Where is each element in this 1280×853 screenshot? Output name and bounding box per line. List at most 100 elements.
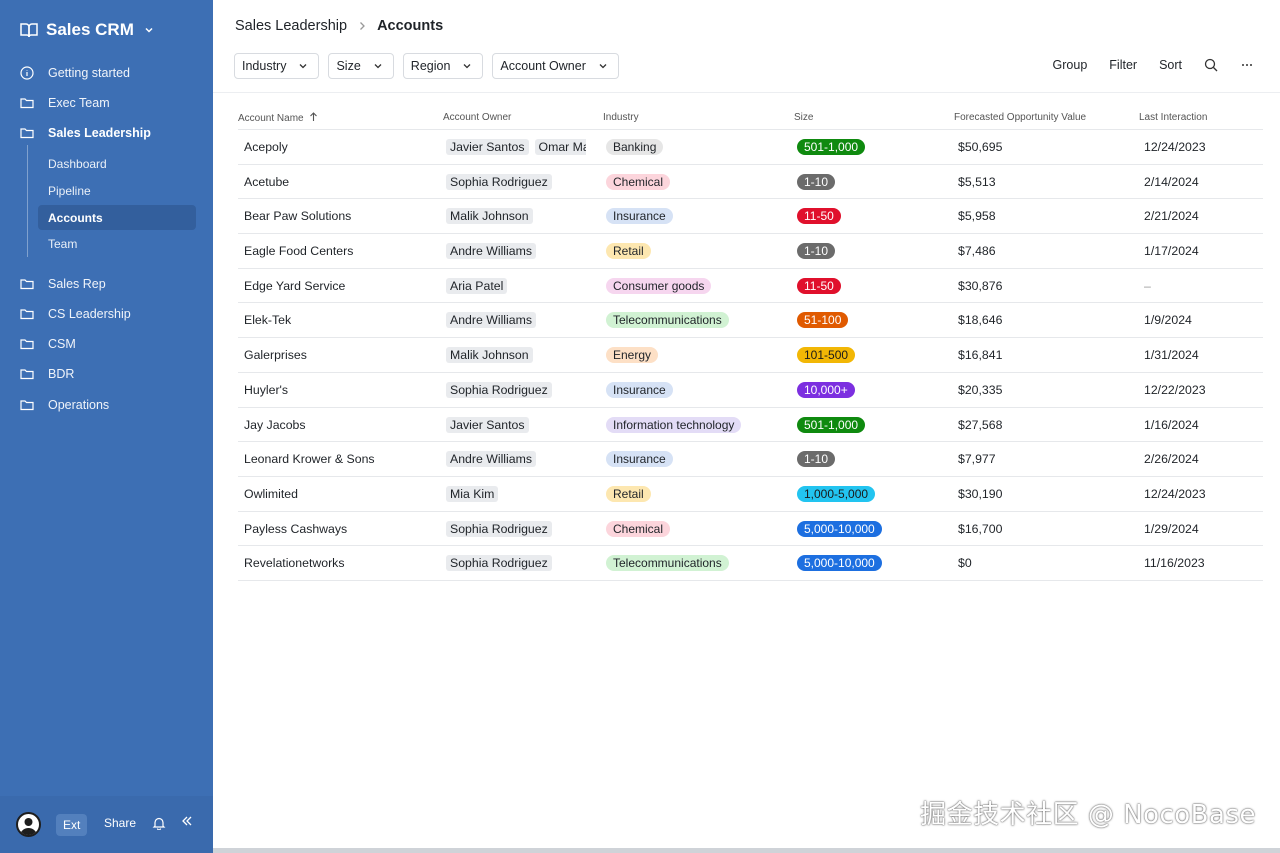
industry-tag: Retail — [606, 243, 651, 260]
filter-button[interactable]: Filter — [1109, 58, 1137, 72]
column-header-forecast-value[interactable]: Forecasted Opportunity Value — [954, 112, 1086, 123]
ext-button[interactable]: Ext — [56, 814, 88, 836]
forecast-value-cell: $7,977 — [958, 452, 996, 467]
owner-tag[interactable]: Mia Kim — [446, 485, 499, 502]
account-owner-cell: Javier Santos Omar Mar — [446, 130, 586, 164]
collapse-sidebar-icon[interactable] — [180, 814, 194, 828]
owner-tag[interactable]: Javier Santos — [446, 416, 529, 433]
table-row[interactable]: Payless Cashways Sophia Rodriguez Chemical… — [238, 512, 1263, 547]
region-filter[interactable]: Region — [402, 53, 484, 79]
industry-cell: Retail — [606, 234, 786, 268]
filter-label: Industry — [242, 59, 287, 73]
owner-tag[interactable]: Andre Williams — [446, 451, 536, 468]
industry-cell: Telecommunications — [606, 303, 786, 337]
size-tag: 501-1,000 — [797, 416, 866, 433]
table-header: Account Name Account Owner Industry Size… — [238, 108, 1263, 130]
folder-icon — [20, 128, 34, 139]
horizontal-scrollbar[interactable] — [213, 848, 1280, 853]
table-row[interactable]: Galerprises Malik Johnson Energy 101-500 $16… — [238, 338, 1263, 373]
industry-cell: Retail — [606, 477, 786, 511]
table-row[interactable]: Huyler's Sophia Rodriguez Insurance 10,000+… — [238, 373, 1263, 408]
industry-cell: Banking — [606, 130, 786, 164]
sidebar-item-label: CS Leadership — [48, 307, 131, 321]
owner-tag[interactable]: Sophia Rodriguez — [446, 520, 552, 537]
avatar[interactable] — [16, 812, 41, 837]
search-icon[interactable] — [1204, 58, 1218, 72]
sort-ascending-icon — [310, 112, 318, 121]
account-name-cell: Jay Jacobs — [244, 417, 306, 432]
breadcrumb-parent[interactable]: Sales Leadership — [235, 18, 347, 34]
column-header-last-interaction[interactable]: Last Interaction — [1139, 112, 1207, 123]
column-header-account-owner[interactable]: Account Owner — [443, 112, 511, 123]
industry-filter[interactable]: Industry — [234, 53, 320, 79]
folder-icon — [20, 400, 34, 411]
table-row[interactable]: Owlimited Mia Kim Retail 1,000-5,000 $30,190… — [238, 477, 1263, 512]
industry-tag: Chemical — [606, 173, 671, 190]
sort-button[interactable]: Sort — [1159, 58, 1182, 72]
owner-tag[interactable]: Malik Johnson — [446, 208, 533, 225]
sidebar-subitem-accounts[interactable]: Accounts — [38, 205, 196, 230]
sidebar-item-getting-started[interactable]: Getting started — [20, 60, 130, 86]
table-row[interactable]: Eagle Food Centers Andre Williams Retail 1-… — [238, 234, 1263, 269]
forecast-value-cell: $20,335 — [958, 382, 1003, 397]
owner-tag[interactable]: Andre Williams — [446, 312, 536, 329]
sidebar-subitem-team[interactable]: Team — [38, 231, 196, 256]
sidebar-subitem-dashboard[interactable]: Dashboard — [38, 151, 196, 176]
size-cell: 5,000-10,000 — [797, 546, 947, 580]
table-row[interactable]: Elek-Tek Andre Williams Telecommunications… — [238, 303, 1263, 339]
industry-tag: Information technology — [606, 416, 742, 433]
last-interaction-cell: 2/26/2024 — [1144, 452, 1199, 467]
column-header-account-name[interactable]: Account Name — [238, 112, 318, 124]
sidebar-item-csm[interactable]: CSM — [20, 331, 76, 357]
sidebar-item-exec-team[interactable]: Exec Team — [20, 90, 110, 116]
sidebar-item-operations[interactable]: Operations — [20, 392, 109, 418]
owner-tag[interactable]: Andre Williams — [446, 243, 536, 260]
table-row[interactable]: Bear Paw Solutions Malik Johnson Insurance… — [238, 199, 1263, 235]
app-switcher[interactable]: Sales CRM — [20, 18, 154, 42]
sidebar-item-sales-rep[interactable]: Sales Rep — [20, 271, 106, 297]
table-row[interactable]: Acetube Sophia Rodriguez Chemical 1-10 $5,51… — [238, 165, 1263, 200]
chevron-down-icon — [374, 64, 382, 69]
owner-tag[interactable]: Sophia Rodriguez — [446, 381, 552, 398]
owner-tag[interactable]: Malik Johnson — [446, 347, 533, 364]
industry-cell: Chemical — [606, 165, 786, 199]
size-cell: 1-10 — [797, 234, 947, 268]
column-header-size[interactable]: Size — [794, 112, 813, 123]
account-name-cell: Edge Yard Service — [244, 278, 346, 293]
account-owner-cell: Malik Johnson — [446, 199, 586, 233]
owner-tag[interactable]: Sophia Rodriguez — [446, 555, 552, 572]
chevron-right-icon — [360, 22, 365, 30]
industry-tag: Retail — [606, 485, 651, 502]
more-icon[interactable] — [1240, 58, 1254, 72]
table-row[interactable]: Acepoly Javier Santos Omar Mar Banking 501-1… — [238, 130, 1263, 165]
size-cell: 501-1,000 — [797, 130, 947, 164]
account-owner-filter[interactable]: Account Owner — [492, 53, 619, 79]
folder-icon — [20, 279, 34, 290]
table-row[interactable]: Leonard Krower & Sons Andre Williams Insur… — [238, 442, 1263, 477]
owner-tag[interactable]: Omar Mar — [534, 139, 586, 155]
account-owner-cell: Sophia Rodriguez — [446, 373, 586, 407]
column-header-industry[interactable]: Industry — [603, 112, 639, 123]
last-interaction-cell: 12/24/2023 — [1144, 140, 1206, 154]
owner-tag[interactable]: Aria Patel — [446, 277, 508, 294]
sidebar-item-bdr[interactable]: BDR — [20, 361, 74, 387]
owner-tag[interactable]: Sophia Rodriguez — [446, 173, 552, 190]
sidebar-subitem-pipeline[interactable]: Pipeline — [38, 178, 196, 203]
last-interaction-cell: 1/29/2024 — [1144, 521, 1199, 536]
sidebar-item-sales-leadership[interactable]: Sales Leadership — [20, 120, 151, 146]
table-row[interactable]: Edge Yard Service Aria Patel Consumer good… — [238, 269, 1263, 304]
owner-tag[interactable]: Javier Santos — [446, 139, 529, 155]
share-button[interactable]: Share — [104, 816, 136, 830]
group-button[interactable]: Group — [1053, 58, 1088, 72]
industry-cell: Insurance — [606, 442, 786, 476]
table-row[interactable]: Jay Jacobs Javier Santos Information techn… — [238, 408, 1263, 443]
last-interaction-cell: 1/16/2024 — [1144, 417, 1199, 432]
table-row[interactable]: Revelationetworks Sophia Rodriguez Telecom… — [238, 546, 1263, 581]
bell-icon[interactable] — [152, 816, 166, 830]
sidebar-item-label: Sales Rep — [48, 277, 106, 291]
size-filter[interactable]: Size — [328, 53, 394, 79]
account-owner-cell: Sophia Rodriguez — [446, 546, 586, 580]
size-cell: 5,000-10,000 — [797, 512, 947, 546]
sidebar-item-cs-leadership[interactable]: CS Leadership — [20, 301, 131, 327]
account-owner-cell: Malik Johnson — [446, 338, 586, 372]
